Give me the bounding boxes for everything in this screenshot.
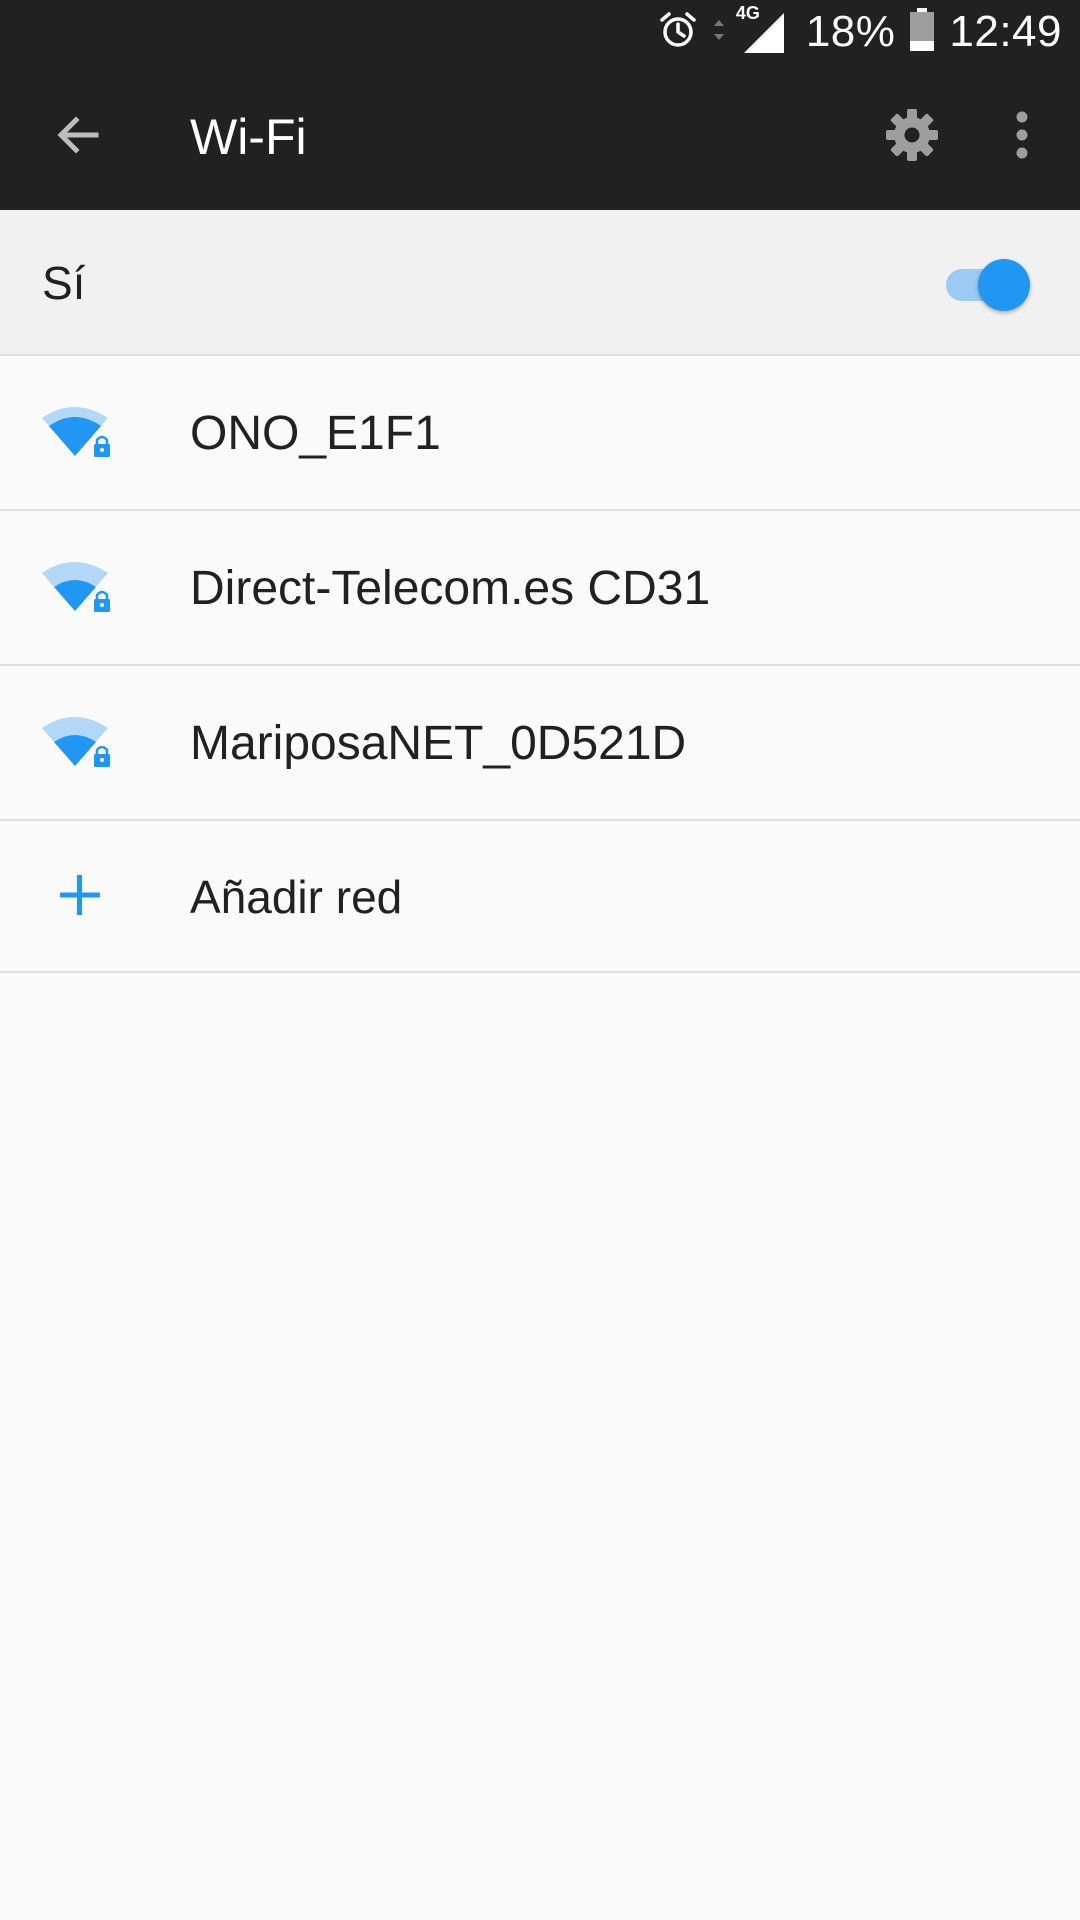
wifi-lock-icon [40, 400, 116, 466]
wifi-lock-icon [40, 710, 116, 776]
overflow-menu-button[interactable] [980, 95, 1064, 179]
network-item[interactable]: MariposaNET_0D521D [0, 666, 1080, 821]
battery-icon [909, 7, 935, 57]
network-list: ONO_E1F1 Direct-Telecom.es CD31 Mariposa [0, 356, 1080, 973]
toggle-thumb [978, 259, 1030, 311]
page-title: Wi-Fi [190, 109, 307, 165]
alarm-icon [658, 10, 698, 55]
app-bar: Wi-Fi [0, 64, 1080, 210]
back-button[interactable] [36, 95, 120, 179]
network-name: MariposaNET_0D521D [190, 717, 687, 770]
network-item[interactable]: ONO_E1F1 [0, 356, 1080, 511]
more-vert-icon [1014, 110, 1030, 165]
battery-percent: 18% [805, 7, 896, 56]
plus-icon [52, 867, 108, 923]
network-name: ONO_E1F1 [190, 407, 441, 460]
wifi-toggle-switch[interactable] [946, 257, 1030, 311]
wifi-master-row[interactable]: Sí [0, 210, 1080, 356]
network-name: Direct-Telecom.es CD31 [190, 562, 711, 615]
add-network-label: Añadir red [190, 871, 403, 923]
data-arrows-icon [712, 10, 726, 55]
add-network-item[interactable]: Añadir red [0, 821, 1080, 973]
network-item[interactable]: Direct-Telecom.es CD31 [0, 511, 1080, 666]
wifi-state-label: Sí [42, 257, 86, 309]
gear-icon [884, 107, 940, 168]
cell-signal-icon: 4G [736, 3, 786, 55]
back-arrow-icon [54, 111, 102, 164]
status-bar: 4G 18% 12:49 [0, 0, 1080, 64]
settings-button[interactable] [870, 95, 954, 179]
clock: 12:49 [949, 7, 1062, 56]
status-icons: 4G 18% 12:49 [658, 0, 1062, 64]
wifi-lock-icon [40, 555, 116, 621]
